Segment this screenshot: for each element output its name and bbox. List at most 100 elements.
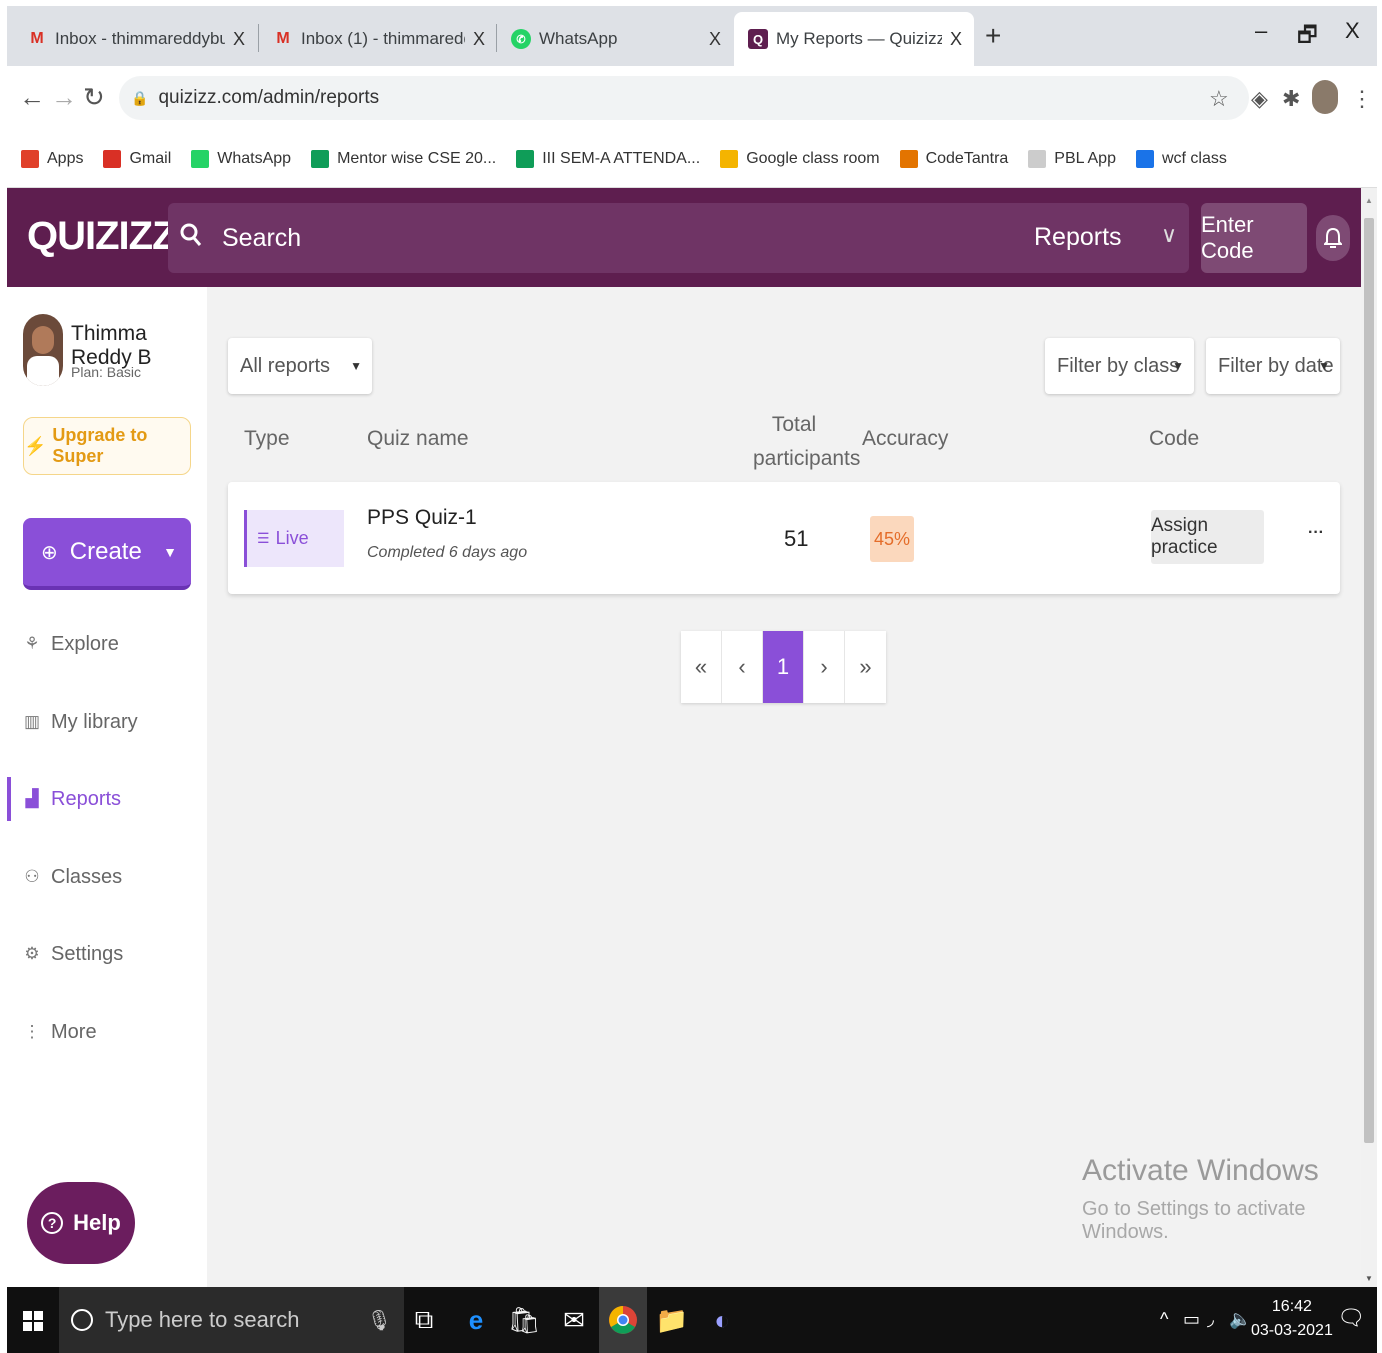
bell-icon[interactable] [1316,215,1350,261]
sidebar-item-explore[interactable]: ⚘ Explore [7,622,207,666]
profile-avatar[interactable] [1312,80,1338,114]
minimize-button[interactable]: – [1255,18,1267,44]
eclipse-icon[interactable]: ◐ [705,1303,739,1337]
first-page-button[interactable]: « [681,631,722,703]
forward-icon[interactable]: → [51,82,77,113]
type-label: Live [275,528,309,548]
sidebar-item-label: More [51,1020,97,1043]
puzzle-icon[interactable]: ✱ [1282,86,1300,112]
browser-tab-whatsapp[interactable]: ✆ WhatsApp X [497,12,733,66]
section-select[interactable]: Reports [1034,223,1122,252]
bookmark-item[interactable]: WhatsApp [191,149,291,168]
bookmark-label: wcf class [1161,149,1227,167]
cortana-icon [71,1309,93,1331]
browser-tab-quizizz[interactable]: Q My Reports — Quizizz X [734,12,974,66]
close-icon[interactable]: X [709,29,721,50]
bookmark-item[interactable]: Google class room [720,149,880,168]
assign-practice-button[interactable]: Assign practice [1151,510,1264,564]
classes-icon: ⚇ [24,867,40,886]
bookmark-item[interactable]: Gmail [103,149,172,168]
class-filter-dropdown[interactable]: Filter by class ▼ [1045,338,1194,394]
windows-taskbar: Type here to search 🎙 ⧉ e 🛍 ✉ 📁 ◐ ^ ▭ ◞ … [7,1287,1377,1353]
help-label: Help [73,1210,121,1235]
chevron-down-icon: ▼ [163,544,177,560]
quiz-status: Completed 6 days ago [367,544,528,561]
extension-icon[interactable]: ◈ [1251,86,1268,112]
mail-icon[interactable]: ✉ [557,1303,591,1337]
reload-icon[interactable]: ↻ [83,82,105,113]
upgrade-button[interactable]: ⚡ Upgrade to Super [23,417,191,475]
quiz-name[interactable]: PPS Quiz-1 [367,506,477,530]
tray-chevron-icon[interactable]: ^ [1160,1309,1168,1330]
new-tab-button[interactable]: + [985,20,1001,52]
bookmark-label: Apps [47,149,84,167]
search-placeholder: Search [222,223,302,252]
prev-page-button[interactable]: ‹ [722,631,763,703]
settings-icon: ⚙ [24,944,40,963]
participants-line-2: participants [753,447,861,470]
close-icon[interactable]: X [233,29,245,50]
app-header: QUIZIZZ Search Reports ∨ Enter Code [7,188,1361,287]
browser-tab-gmail-1[interactable]: M Inbox - thimmareddybuchi@gma X [13,12,257,66]
table-row[interactable]: ☰ Live PPS Quiz-1 Completed 6 days ago 5… [228,482,1340,594]
sheets-icon [516,149,535,168]
bookmark-item[interactable]: PBL App [1028,149,1116,168]
next-page-button[interactable]: › [804,631,845,703]
browser-tab-gmail-2[interactable]: M Inbox (1) - thimmareddy.cse@gp X [259,12,497,66]
sidebar-item-reports[interactable]: ▟ Reports [7,777,207,821]
wifi-icon[interactable]: ◞ [1207,1309,1214,1330]
more-options-icon[interactable]: ··· [1308,524,1324,542]
task-view-icon[interactable]: ⧉ [407,1303,441,1337]
quizizz-logo[interactable]: QUIZIZZ [27,214,177,259]
file-explorer-icon[interactable]: 📁 [655,1303,689,1337]
bookmark-item[interactable]: wcf class [1135,149,1227,168]
help-button[interactable]: ? Help [27,1182,135,1264]
restore-button[interactable]: 🗗 [1297,18,1318,56]
user-plan: Plan: Basic [71,364,142,380]
scroll-up-icon[interactable]: ▲ [1365,196,1373,205]
bookmark-item[interactable]: Apps [21,149,84,168]
menu-icon[interactable]: ⋮ [1351,86,1373,112]
star-icon[interactable]: ☆ [1209,86,1229,112]
sidebar-item-label: Settings [51,942,124,965]
sidebar-item-my-library[interactable]: ▥ My library [7,700,207,744]
windows-start-icon[interactable] [23,1311,43,1331]
taskbar-search-input[interactable]: Type here to search 🎙 [59,1287,404,1353]
notifications-icon[interactable]: 🗨 [1337,1305,1365,1331]
sidebar-item-settings[interactable]: ⚙ Settings [7,932,207,976]
activate-windows-title: Activate Windows [1082,1154,1319,1187]
reports-filter-dropdown[interactable]: All reports ▼ [228,338,372,394]
bookmark-item[interactable]: Mentor wise CSE 20... [311,149,496,168]
bookmark-label: III SEM-A ATTENDA... [542,149,701,167]
date-filter-dropdown[interactable]: Filter by date ▼ [1206,338,1340,394]
volume-icon[interactable]: 🔈 [1229,1309,1251,1330]
sidebar-item-more[interactable]: ⋮ More [7,1010,207,1054]
bookmark-label: Gmail [129,149,172,167]
chrome-icon[interactable] [599,1287,647,1353]
url-field[interactable]: 🔒 quizizz.com/admin/reports [119,76,1249,120]
scroll-down-icon[interactable]: ▼ [1365,1274,1373,1283]
microphone-icon[interactable]: 🎙 [367,1308,392,1333]
chevron-down-icon[interactable]: ∨ [1161,222,1177,248]
bookmark-item[interactable]: CodeTantra [899,149,1008,168]
close-icon[interactable]: X [473,29,485,50]
sidebar-item-classes[interactable]: ⚇ Classes [7,855,207,899]
taskbar-clock[interactable]: 16:42 03-03-2021 [1251,1295,1333,1343]
bookmark-item[interactable]: III SEM-A ATTENDA... [516,149,701,168]
edge-icon[interactable]: e [459,1303,493,1337]
sheets-icon [311,149,330,168]
window-close-button[interactable]: X [1345,18,1360,44]
back-icon[interactable]: ← [19,82,45,113]
last-page-button[interactable]: » [845,631,886,703]
user-avatar[interactable] [23,314,63,386]
create-button[interactable]: ⊕ Create ▼ [23,518,191,590]
tab-title: Inbox (1) - thimmareddy.cse@gp [301,29,465,48]
page-scrollbar[interactable]: ▲ ▼ [1361,188,1377,1287]
store-icon[interactable]: 🛍 [507,1303,541,1337]
enter-code-button[interactable]: Enter Code [1201,203,1307,273]
close-icon[interactable]: X [950,29,962,50]
battery-icon[interactable]: ▭ [1183,1309,1200,1330]
current-page-button[interactable]: 1 [763,631,804,703]
scrollbar-thumb[interactable] [1364,218,1374,1143]
class-filter-value: Filter by class [1057,354,1180,377]
